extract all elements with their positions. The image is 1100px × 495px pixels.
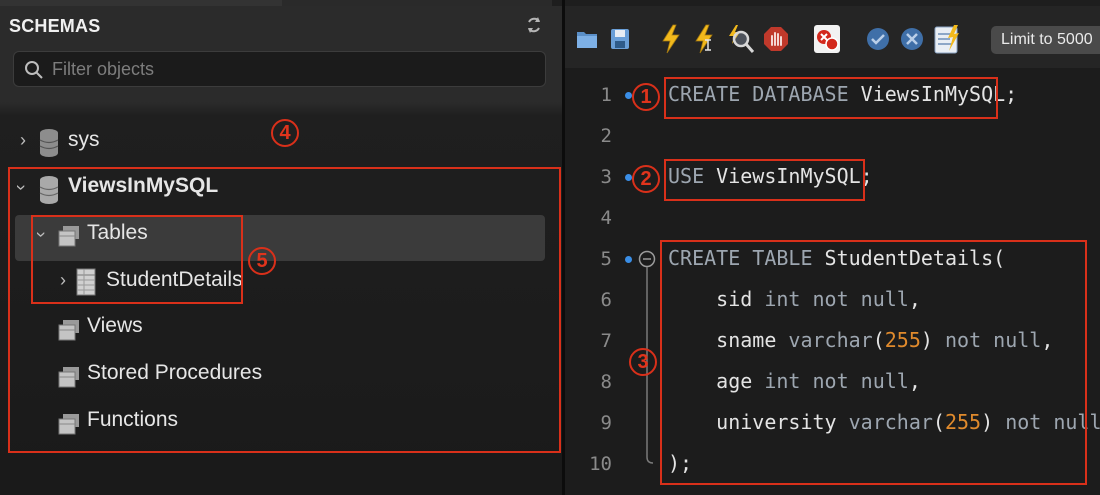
database-icon bbox=[39, 129, 59, 157]
line-number: 5 bbox=[600, 248, 612, 270]
save-icon[interactable] bbox=[610, 28, 630, 50]
chevron-right-icon[interactable]: › bbox=[20, 130, 26, 151]
commit-icon[interactable] bbox=[866, 27, 890, 51]
filter-objects-field[interactable] bbox=[13, 51, 546, 87]
line-number: 10 bbox=[589, 453, 612, 475]
statement-marker-icon[interactable] bbox=[625, 174, 632, 181]
annotation-box-2 bbox=[664, 159, 865, 201]
statement-marker-icon[interactable] bbox=[625, 92, 632, 99]
schemas-title: SCHEMAS bbox=[9, 16, 101, 36]
line-number: 6 bbox=[600, 289, 612, 311]
annotation-box-1 bbox=[664, 77, 998, 119]
folder-icon[interactable] bbox=[576, 29, 598, 49]
line-number: 4 bbox=[600, 207, 612, 229]
line-number: 2 bbox=[600, 125, 612, 147]
statement-marker-icon[interactable] bbox=[625, 256, 632, 263]
annotation-badge-2: 2 bbox=[632, 165, 660, 193]
annotation-box-5 bbox=[31, 215, 243, 304]
filter-objects-input[interactable] bbox=[52, 56, 532, 82]
search-icon bbox=[25, 61, 43, 79]
lightning-icon[interactable] bbox=[660, 24, 682, 54]
annotation-badge-4: 4 bbox=[271, 119, 299, 147]
refresh-icon[interactable] bbox=[523, 14, 545, 36]
stop-icon[interactable] bbox=[763, 26, 789, 52]
lightning-cursor-icon[interactable] bbox=[693, 24, 717, 54]
limit-rows-select[interactable]: Limit to 5000 bbox=[991, 26, 1100, 54]
annotation-box-4 bbox=[8, 167, 561, 453]
annotation-badge-5: 5 bbox=[248, 247, 276, 275]
annotation-box-3 bbox=[660, 240, 1087, 485]
magnify-icon[interactable] bbox=[727, 24, 755, 54]
line-number: 8 bbox=[600, 371, 612, 393]
beautify-icon[interactable] bbox=[934, 24, 960, 54]
annotation-badge-3: 3 bbox=[629, 348, 657, 376]
line-number: 9 bbox=[600, 412, 612, 434]
workbench-window: SCHEMAS › sys › ViewsInMySQL › Tables bbox=[0, 0, 1100, 495]
rollback-icon[interactable] bbox=[900, 27, 924, 51]
line-number: 7 bbox=[600, 330, 612, 352]
schema-sys[interactable]: sys bbox=[68, 128, 100, 152]
line-number: 3 bbox=[600, 166, 612, 188]
line-number: 1 bbox=[600, 84, 612, 106]
annotation-badge-1: 1 bbox=[632, 83, 660, 111]
toggle-error-icon[interactable] bbox=[813, 24, 841, 54]
